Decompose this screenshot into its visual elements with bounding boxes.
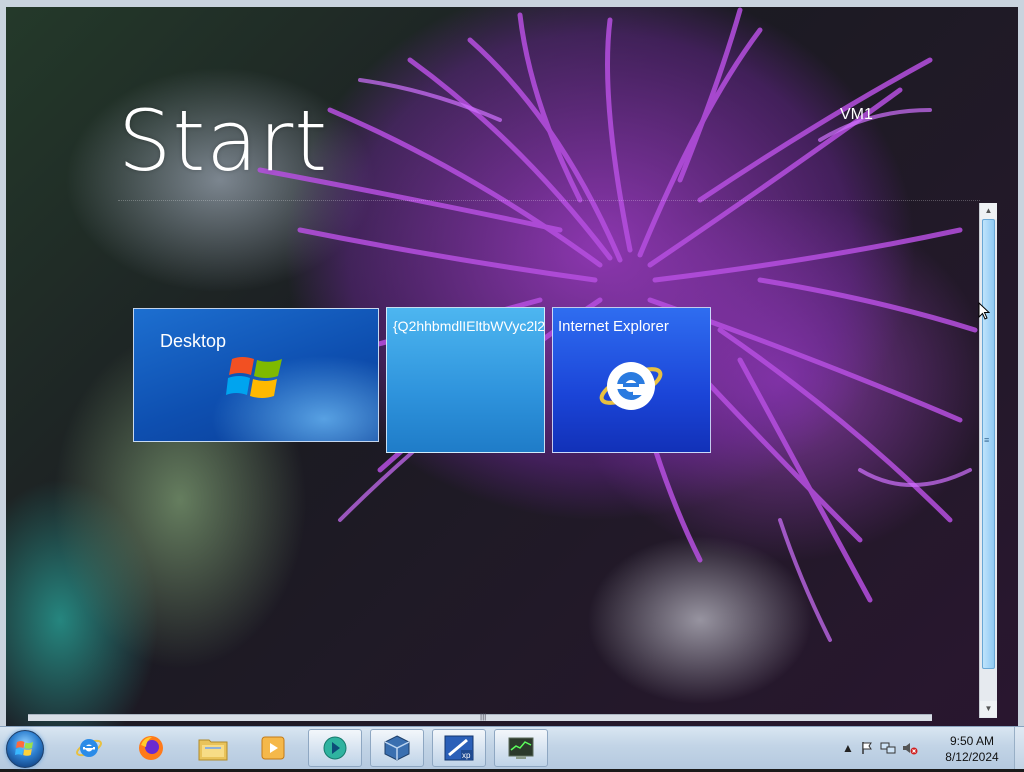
system-tray: ▲	[842, 727, 918, 769]
xp-mode-icon: xp	[444, 735, 474, 761]
file-explorer-icon	[198, 739, 228, 761]
header-divider	[118, 200, 980, 202]
taskbar-xp-mode[interactable]: xp	[432, 729, 486, 767]
volume-muted-icon[interactable]	[902, 741, 918, 755]
internet-explorer-icon	[76, 739, 102, 757]
horizontal-scrollbar[interactable]: |||	[28, 712, 932, 721]
media-player-icon	[261, 736, 285, 760]
taskbar-clock[interactable]: 9:50 AM 8/12/2024	[930, 733, 1014, 765]
scroll-down-arrow-icon[interactable]: ▼	[980, 701, 997, 717]
tile-label: {Q2hhbmdlIEltbWVyc2l2ZSBDb250cm9s}	[393, 318, 545, 334]
user-account-name[interactable]: VM1	[840, 106, 873, 124]
taskbar-virtualbox[interactable]	[370, 729, 424, 767]
internet-explorer-icon	[599, 362, 663, 410]
taskbar-internet-explorer[interactable]	[62, 729, 116, 767]
firefox-icon	[139, 736, 163, 760]
network-icon[interactable]	[880, 741, 896, 755]
action-center-flag-icon[interactable]	[860, 741, 874, 755]
tile-internet-explorer[interactable]: Internet Explorer	[552, 307, 711, 453]
change-immersive-app-icon	[323, 736, 347, 760]
tile-desktop[interactable]: Desktop	[133, 308, 379, 442]
windows-logo-icon	[226, 357, 282, 398]
taskbar-change-immersive-app[interactable]	[308, 729, 362, 767]
clock-time: 9:50 AM	[949, 734, 995, 748]
tile-change-immersive-control[interactable]: {Q2hhbmdlIEltbWVyc2l2ZSBDb250cm9s}	[386, 307, 545, 453]
mouse-cursor-icon	[978, 302, 990, 320]
scroll-up-arrow-icon[interactable]: ▲	[980, 203, 997, 219]
start-button[interactable]	[6, 730, 44, 768]
virtualbox-icon	[384, 735, 410, 761]
start-screen-title: Start	[118, 92, 329, 190]
clock-date: 8/12/2024	[945, 750, 999, 764]
svg-text:xp: xp	[462, 751, 471, 760]
tile-label: Internet Explorer	[558, 318, 669, 335]
system-monitor-icon	[508, 737, 534, 759]
taskbar-firefox[interactable]	[124, 729, 178, 767]
show-desktop-button[interactable]	[1014, 727, 1024, 769]
grip-icon: |||	[480, 712, 487, 721]
tile-label: Desktop	[160, 331, 227, 351]
taskbar: xp ▲ 9:50 AM 8/12/2024	[0, 726, 1024, 769]
taskbar-system-monitor[interactable]	[494, 729, 548, 767]
taskbar-file-explorer[interactable]	[186, 729, 240, 767]
windows-start-orb-icon	[15, 741, 33, 756]
vertical-scrollbar[interactable]: ▲ ≡ ▼	[979, 203, 997, 718]
grip-icon: ≡	[984, 435, 990, 445]
taskbar-media-player[interactable]	[246, 729, 300, 767]
show-hidden-icons-chevron-icon[interactable]: ▲	[842, 741, 854, 755]
